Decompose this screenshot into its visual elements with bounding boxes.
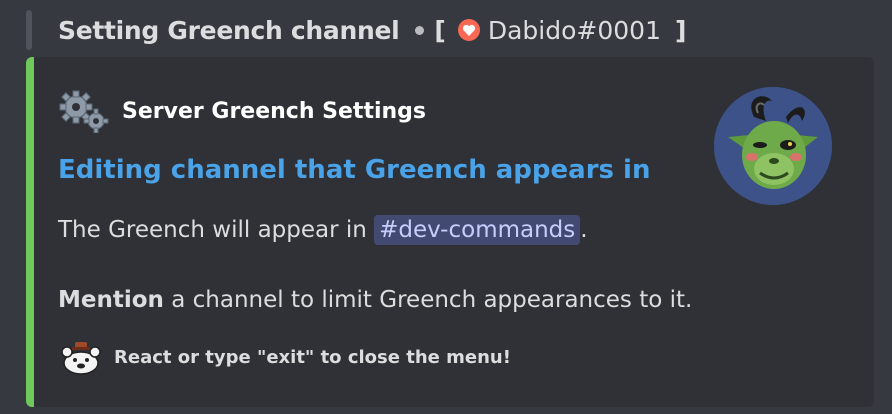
description-suffix: . [580,217,588,243]
heart-icon [457,19,480,41]
channel-mention[interactable]: #dev-commands [374,215,581,245]
reply-spine [26,10,32,50]
embed-author: Server Greench Settings [58,89,426,133]
message-header: Setting Greench channel [ Dabido#0001 ] [58,12,686,48]
embed-author-name: Server Greench Settings [122,98,427,124]
open-bracket: [ [434,15,446,45]
embed-footer-text: React or type "exit" to close the menu! [114,346,511,368]
close-bracket: ] [674,15,687,45]
embed-title: Editing channel that Greench appears in [58,155,651,185]
embed-footer: React or type "exit" to close the menu! [58,339,511,375]
settings-embed: Server Greench Settings Editing channel … [26,57,874,407]
username-link[interactable]: Dabido#0001 [488,16,661,45]
bear-emoji-icon [61,342,101,375]
greench-avatar [714,87,832,205]
mention-rest: a channel to limit Greench appearances t… [163,287,693,313]
message-title: Setting Greench channel [58,15,400,45]
embed-accent-bar [26,57,34,407]
embed-description: The Greench will appear in #dev-commands… [58,215,588,245]
gears-icon [59,90,109,133]
mention-bold: Mention [58,287,164,313]
description-prefix: The Greench will appear in [58,217,375,243]
separator-dot [415,25,425,35]
embed-instruction: Mention a channel to limit Greench appea… [58,287,692,313]
